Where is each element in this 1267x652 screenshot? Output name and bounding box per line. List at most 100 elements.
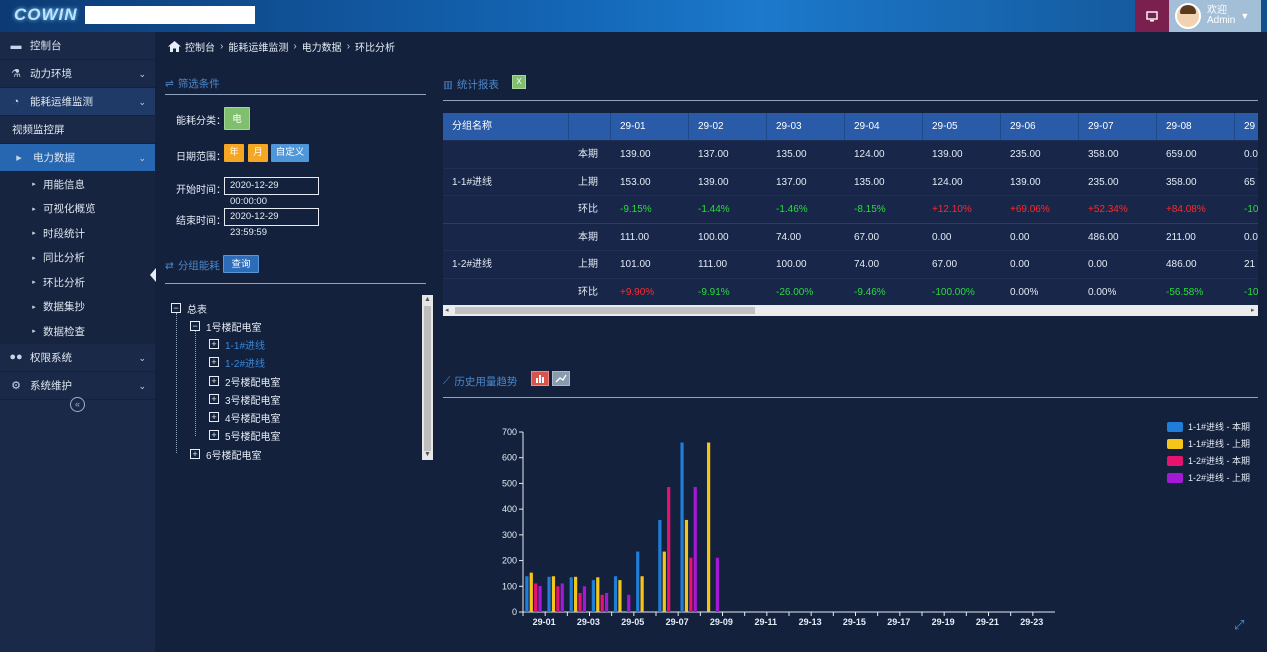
tree-node-line-1-1[interactable]: +1-1#进线	[209, 337, 265, 352]
avatar	[1175, 3, 1201, 29]
bar-view-button[interactable]	[531, 371, 549, 386]
caret-right-icon: ▸	[32, 303, 36, 311]
legend-swatch	[1167, 455, 1183, 466]
monitor-button[interactable]	[1135, 0, 1169, 32]
value-cell: 111.00	[698, 259, 728, 270]
column-header: 29-04	[845, 113, 923, 140]
range-custom-button[interactable]: 自定义	[271, 144, 309, 162]
sidebar-item-10[interactable]: ▸ 数据集抄	[0, 294, 155, 319]
tree-guide	[195, 331, 196, 436]
range-month-button[interactable]: 月	[248, 144, 268, 162]
scroll-down-icon[interactable]: ▼	[424, 451, 431, 458]
chevron-down-icon: ⌄	[138, 69, 146, 79]
chevron-down-icon: ⌄	[138, 97, 146, 107]
sidebar-item-8[interactable]: ▸ 同比分析	[0, 245, 155, 270]
line-view-button[interactable]	[552, 371, 570, 386]
tree-node-building3[interactable]: +3号楼配电室	[209, 392, 281, 407]
value-cell: 0.00%	[1010, 286, 1039, 298]
export-excel-icon[interactable]: X	[512, 75, 526, 89]
expand-icon: +	[209, 430, 219, 440]
chart-bar	[715, 557, 720, 612]
monitor-icon	[1146, 10, 1158, 21]
x-tick-label: 29-21	[976, 617, 999, 627]
user-menu[interactable]: 欢迎 Admin ▼	[1169, 0, 1261, 32]
end-time-input[interactable]: 2020-12-29 23:59:59	[224, 208, 319, 238]
value-cell: -9.15%	[620, 204, 652, 215]
sidebar-item-1[interactable]: ⚗ 动力环境 ⌄	[0, 60, 155, 88]
chart-bar	[582, 586, 587, 612]
tree-node-root[interactable]: − 总表	[171, 301, 207, 316]
legend-item[interactable]: 1-1#进线 - 上期	[1167, 435, 1250, 452]
legend-item[interactable]: 1-1#进线 - 本期	[1167, 418, 1250, 435]
breadcrumb-item[interactable]: 电力数据	[302, 39, 342, 54]
scroll-left-icon[interactable]: ◂	[445, 306, 449, 314]
sidebar-item-label: 能耗运维监测	[30, 96, 93, 108]
chevron-down-icon: ⌄	[138, 153, 146, 163]
flask-icon: ⚗	[11, 68, 21, 80]
sidebar-item-3[interactable]: 视频监控屏	[0, 116, 155, 144]
period-label-cell: 本期	[578, 149, 598, 160]
tree-node-building1[interactable]: −1号楼配电室	[190, 319, 262, 334]
collapse-sidebar-icon[interactable]: «	[70, 397, 85, 412]
value-cell: +84.08%	[1166, 204, 1206, 215]
breadcrumb-item[interactable]: 控制台	[185, 39, 215, 54]
sidebar-item-9[interactable]: ▸ 环比分析	[0, 270, 155, 295]
tree-node-building2[interactable]: +2号楼配电室	[209, 374, 281, 389]
value-cell: 0.00	[932, 231, 952, 243]
chart-bar	[658, 519, 662, 612]
briefcase-icon: ▬	[10, 39, 22, 52]
users-icon: ●●	[9, 351, 23, 363]
sidebar-item-6[interactable]: ▸ 可视化概览	[0, 196, 155, 221]
chart-bar	[569, 577, 573, 612]
table-row: 环比 +9.90% -9.91% -26.00% -9.46% -100.00% 0.00%…	[443, 277, 1258, 306]
group-name-cell	[443, 279, 569, 306]
sidebar-item-2[interactable]: ◔ 能耗运维监测 ⌄	[0, 88, 155, 116]
sidebar-item-5[interactable]: ▸ 用能信息	[0, 172, 155, 197]
table-row: 环比 -9.15% -1.44% -1.46% -8.15% +12.10% +69.06%…	[443, 195, 1258, 223]
value-cell: 101.00	[620, 259, 651, 270]
breadcrumb-item[interactable]: 能耗运维监测	[228, 39, 288, 54]
chart-bar	[636, 551, 640, 612]
table-hscroll-thumb[interactable]	[455, 307, 755, 314]
legend-label: 1-2#进线 - 上期	[1188, 473, 1251, 483]
tree-node-building5[interactable]: +5号楼配电室	[209, 428, 281, 443]
caret-right-icon: ▸	[32, 230, 36, 238]
group-name-cell	[443, 141, 569, 168]
tree-node-building4[interactable]: +4号楼配电室	[209, 410, 281, 425]
sidebar-item-12[interactable]: ●● 权限系统 ⌄	[0, 344, 155, 372]
value-cell: 139.00	[932, 149, 963, 160]
sidebar-item-13[interactable]: ⚙ 系统维护 ⌄	[0, 372, 155, 400]
value-cell: 358.00	[1166, 176, 1197, 188]
start-time-input[interactable]: 2020-12-29 00:00:00	[224, 177, 319, 207]
range-year-button[interactable]: 年	[224, 144, 244, 162]
sidebar-item-label: 电力数据	[33, 152, 75, 164]
query-button[interactable]: 查询	[223, 255, 259, 273]
caret-right-icon: ▸	[32, 254, 36, 262]
chart-bar	[525, 576, 529, 612]
period-label-cell: 环比	[578, 286, 598, 298]
value-cell: 486.00	[1088, 231, 1119, 243]
legend-item[interactable]: 1-2#进线 - 本期	[1167, 452, 1250, 469]
category-electric-button[interactable]: 电	[224, 107, 250, 130]
sidebar-item-4[interactable]: ▸ 电力数据 ⌄	[0, 144, 155, 172]
sidebar-item-7[interactable]: ▸ 时段统计	[0, 221, 155, 246]
column-header: 29-03	[767, 113, 845, 140]
sidebar-item-label: 控制台	[30, 40, 62, 52]
scroll-right-icon[interactable]: ▸	[1251, 306, 1255, 314]
tree-node-line-1-2[interactable]: +1-2#进线	[209, 355, 265, 370]
chart-bar	[693, 487, 697, 612]
divider	[165, 283, 426, 284]
fullscreen-icon[interactable]: ⤢	[1234, 617, 1244, 633]
tree-scroll-thumb[interactable]	[424, 306, 431, 451]
tree-node-building6[interactable]: +6号楼配电室	[190, 447, 262, 462]
x-tick-label: 29-07	[666, 617, 689, 627]
line-chart-icon: ⟋	[443, 375, 451, 387]
expand-icon: +	[209, 394, 219, 404]
scroll-up-icon[interactable]: ▲	[424, 296, 431, 303]
sidebar-item-0[interactable]: ▬ 控制台	[0, 32, 155, 60]
chart-bar	[560, 583, 564, 612]
column-header: 29-02	[689, 113, 767, 140]
caret-right-icon: ▸	[32, 181, 36, 189]
sidebar-item-11[interactable]: ▸ 数据检查	[0, 319, 155, 344]
legend-item[interactable]: 1-2#进线 - 上期	[1167, 469, 1250, 486]
